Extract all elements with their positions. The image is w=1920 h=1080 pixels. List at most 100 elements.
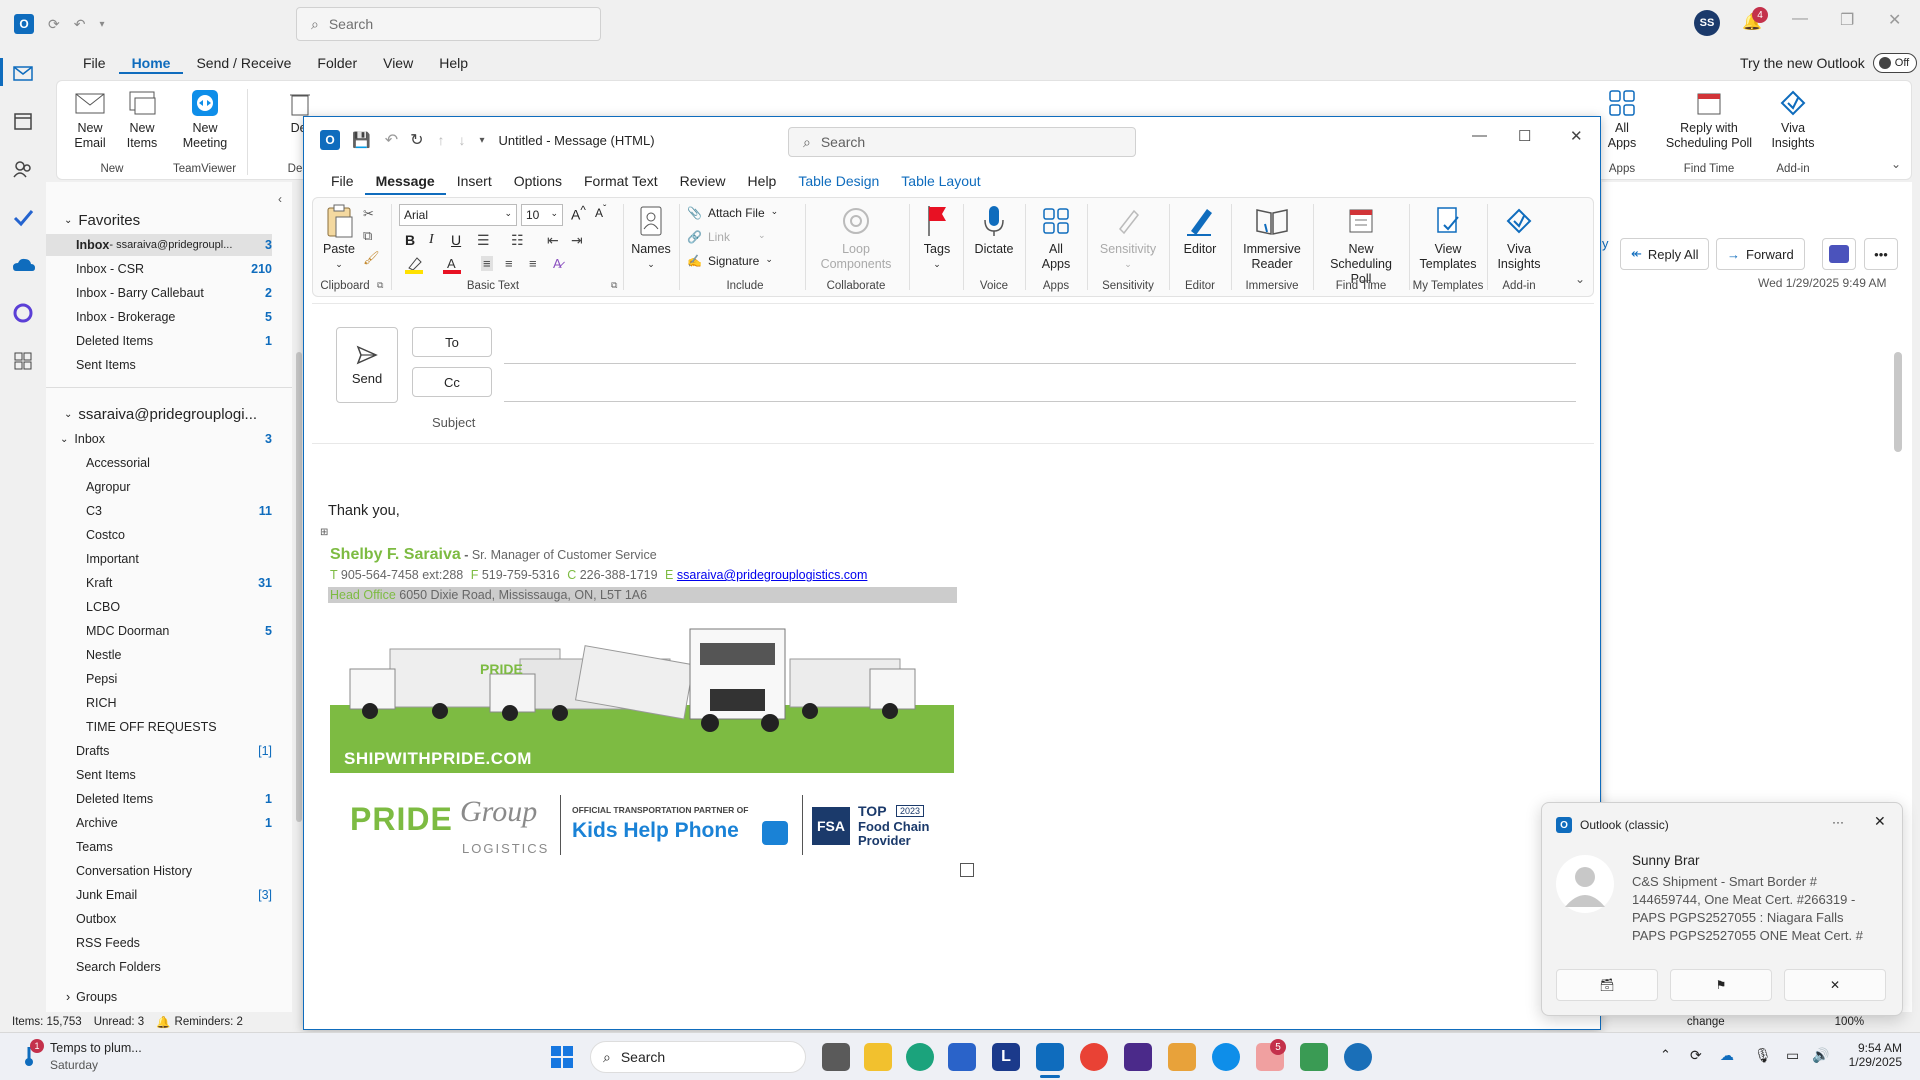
align-left-icon[interactable]: ≡	[481, 256, 493, 271]
all-apps-button[interactable]: All Apps	[1597, 87, 1647, 151]
send-button[interactable]: Send	[336, 327, 398, 403]
signature-button[interactable]: ✍ Signature ⌄	[687, 254, 773, 268]
file-explorer-icon[interactable]	[864, 1043, 892, 1071]
subfolder-item[interactable]: Important	[46, 548, 272, 570]
align-center-icon[interactable]: ≡	[505, 256, 513, 271]
save-icon[interactable]: 💾	[352, 131, 371, 149]
account-header[interactable]: ⌄ ssaraiva@pridegrouplogi...	[64, 406, 257, 423]
font-name-select[interactable]: Arial ⌄	[399, 204, 517, 226]
store-icon[interactable]	[948, 1043, 976, 1071]
decrease-indent-icon[interactable]: ⇤	[547, 232, 559, 249]
tab-send-receive[interactable]: Send / Receive	[183, 52, 304, 74]
table-move-handle-icon[interactable]: ⊞	[320, 527, 328, 538]
more-actions-button[interactable]: •••	[1864, 238, 1898, 270]
compose-search-box[interactable]: ⌕ Search	[788, 127, 1136, 157]
bold-icon[interactable]: B	[405, 232, 415, 248]
onedrive-tray-icon[interactable]: ☁	[1720, 1047, 1734, 1064]
dialog-launcher-icon[interactable]: ⧉	[611, 280, 617, 291]
reply-all-button[interactable]: ↞ Reply All	[1620, 238, 1710, 270]
subfolder-item[interactable]: Nestle	[46, 644, 272, 666]
editor-button[interactable]: Editor	[1175, 202, 1225, 257]
previous-item-icon[interactable]: ↑	[438, 132, 445, 148]
sync-icon[interactable]: ⟳	[48, 16, 60, 33]
groups-header[interactable]: › Groups	[66, 990, 117, 1004]
bullets-icon[interactable]: ☰	[477, 232, 490, 249]
mail-icon[interactable]	[12, 62, 36, 86]
snipping-tool-icon[interactable]	[1168, 1043, 1196, 1071]
tags-button[interactable]: Tags ⌄	[917, 202, 957, 272]
dictate-button[interactable]: Dictate	[969, 202, 1019, 257]
status-reminders[interactable]: Reminders: 2	[175, 1016, 243, 1028]
volume-icon[interactable]: 🔊	[1812, 1047, 1829, 1064]
minimize-icon[interactable]: —	[1792, 10, 1808, 28]
cc-button[interactable]: Cc	[412, 367, 492, 397]
sig-email-link[interactable]: ssaraiva@pridegrouplogistics.com	[677, 568, 868, 582]
subfolder-item[interactable]: Accessorial	[46, 452, 272, 474]
teams-share-button[interactable]	[1822, 238, 1856, 270]
viva-insights-button[interactable]: Viva Insights	[1763, 87, 1823, 151]
tab-format-text[interactable]: Format Text	[573, 169, 669, 195]
tab-file[interactable]: File	[320, 169, 365, 195]
toast-close-icon[interactable]: ✕	[1874, 813, 1886, 830]
body-greeting[interactable]: Thank you,	[328, 503, 400, 519]
favorites-header[interactable]: ⌄ Favorites	[64, 212, 140, 229]
sync-tray-icon[interactable]: ⟳	[1690, 1047, 1702, 1064]
redo-icon[interactable]: ↻	[410, 130, 423, 150]
subfolder-item[interactable]: Costco	[46, 524, 272, 546]
maximize-icon[interactable]: ☐	[1518, 127, 1531, 145]
new-outlook-toggle[interactable]: Off	[1872, 53, 1917, 73]
tab-file[interactable]: File	[70, 52, 119, 74]
subfolder-item[interactable]: MDC Doorman 5	[46, 620, 272, 642]
loop-components-button[interactable]: Loop Components	[811, 202, 901, 272]
collapse-pane-icon[interactable]: ‹	[278, 192, 282, 206]
edge-icon[interactable]	[906, 1043, 934, 1071]
all-apps-button[interactable]: All Apps	[1031, 202, 1081, 272]
people-icon[interactable]	[12, 158, 36, 182]
subfolder-item[interactable]: C3 11	[46, 500, 272, 522]
new-email-button[interactable]: New Email	[65, 87, 115, 151]
subfolder-item[interactable]: Agropur	[46, 476, 272, 498]
subfolder-item[interactable]: Kraft 31	[46, 572, 272, 594]
tab-insert[interactable]: Insert	[446, 169, 503, 195]
app-icon[interactable]	[1344, 1043, 1372, 1071]
collapse-ribbon-icon[interactable]: ⌄	[1891, 157, 1901, 171]
new-scheduling-poll-button[interactable]: New Scheduling Poll	[1319, 202, 1403, 287]
microphone-tray-icon[interactable]: 🎙	[1754, 1047, 1772, 1064]
close-icon[interactable]: ✕	[1888, 10, 1901, 30]
chrome-icon[interactable]	[1080, 1043, 1108, 1071]
subject-input[interactable]	[312, 443, 1594, 444]
view-templates-button[interactable]: View Templates	[1415, 202, 1481, 272]
increase-indent-icon[interactable]: ⇥	[571, 232, 583, 249]
status-zoom[interactable]: 100%	[1835, 1016, 1864, 1028]
undo-icon[interactable]: ↶	[385, 130, 398, 150]
reading-scrollbar[interactable]	[1894, 352, 1902, 452]
undo-icon[interactable]: ↶	[74, 16, 86, 33]
clear-format-icon[interactable]: A̷	[553, 256, 562, 271]
next-item-icon[interactable]: ↓	[459, 132, 466, 148]
favorite-folder-item[interactable]: Sent Items	[46, 354, 272, 376]
highlight-icon[interactable]	[405, 256, 425, 274]
forward-button[interactable]: → Forward	[1716, 238, 1805, 270]
attach-file-button[interactable]: 📎 Attach File ⌄	[687, 206, 778, 220]
folder-item[interactable]: RSS Feeds	[46, 932, 272, 954]
folder-item[interactable]: Deleted Items 1	[46, 788, 272, 810]
italic-icon[interactable]: I	[429, 232, 434, 248]
favorite-folder-item[interactable]: Inbox - CSR 210	[46, 258, 272, 280]
tab-review[interactable]: Review	[669, 169, 737, 195]
minimize-icon[interactable]: —	[1472, 127, 1487, 144]
copy-icon[interactable]: ⧉	[363, 228, 372, 244]
toast-flag-button[interactable]: ⚑	[1670, 969, 1772, 1001]
task-view-icon[interactable]	[822, 1043, 850, 1071]
subfolder-item[interactable]: Pepsi	[46, 668, 272, 690]
calendar-icon[interactable]	[12, 110, 36, 134]
tab-message[interactable]: Message	[364, 169, 446, 195]
tab-help[interactable]: Help	[737, 169, 788, 195]
outlook-taskbar-icon[interactable]	[1036, 1043, 1064, 1071]
tab-table-design[interactable]: Table Design	[787, 169, 890, 195]
favorite-folder-item[interactable]: Inbox - Brokerage 5	[46, 306, 272, 328]
start-icon[interactable]	[550, 1045, 574, 1069]
lync-icon[interactable]: L	[992, 1043, 1020, 1071]
to-button[interactable]: To	[412, 327, 492, 357]
font-size-select[interactable]: 10 ⌄	[521, 204, 563, 226]
grow-font-icon[interactable]: A^	[571, 204, 586, 223]
